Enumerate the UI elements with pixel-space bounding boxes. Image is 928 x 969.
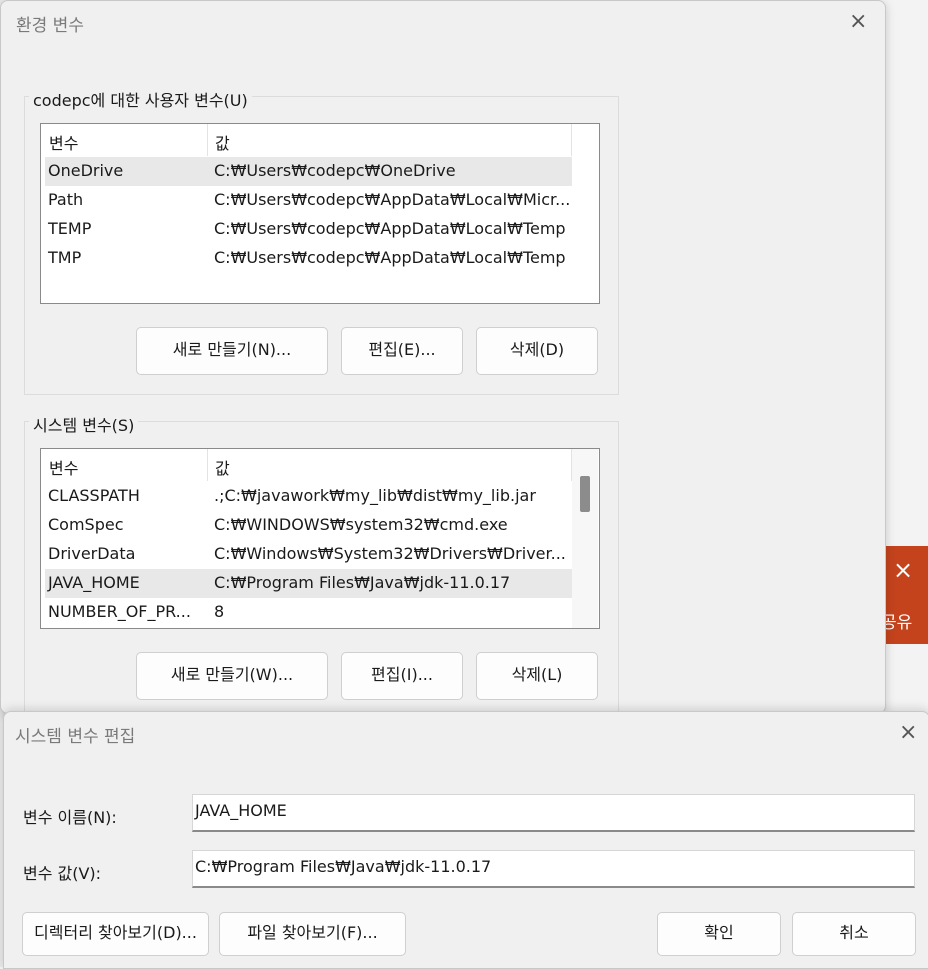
user-variables-label: codepc에 대한 사용자 변수(U) bbox=[29, 87, 252, 111]
system-delete-button[interactable]: 삭제(L) bbox=[476, 652, 598, 700]
header-name[interactable]: 변수 bbox=[49, 130, 78, 154]
cancel-button[interactable]: 취소 bbox=[792, 912, 916, 956]
browse-directory-button[interactable]: 디렉터리 찾아보기(D)... bbox=[22, 912, 209, 956]
table-row[interactable]: NUMBER_OF_PR... 8 bbox=[45, 598, 572, 627]
list-header: 변수 값 bbox=[41, 124, 599, 156]
row-name: JAVA_HOME bbox=[48, 573, 140, 592]
background-banner-right: × 공유 bbox=[881, 546, 928, 644]
user-edit-button[interactable]: 편집(E)... bbox=[341, 327, 463, 375]
table-row[interactable]: DriverData C:₩Windows₩System32₩Drivers₩D… bbox=[45, 540, 572, 569]
system-edit-button[interactable]: 편집(I)... bbox=[341, 652, 463, 700]
system-new-button[interactable]: 새로 만들기(W)... bbox=[136, 652, 328, 700]
row-value: C:₩Program Files₩Java₩jdk-11.0.17 bbox=[214, 573, 511, 592]
row-name: DriverData bbox=[48, 544, 136, 563]
row-value: .;C:₩javawork₩my_lib₩dist₩my_lib.jar bbox=[214, 486, 536, 505]
list-scrollbar[interactable] bbox=[572, 449, 598, 628]
table-row[interactable]: JAVA_HOME C:₩Program Files₩Java₩jdk-11.0… bbox=[45, 569, 572, 598]
close-icon[interactable]: × bbox=[849, 11, 867, 33]
table-row[interactable]: Path C:₩Users₩codepc₩AppData₩Local₩Micr.… bbox=[45, 186, 572, 215]
row-name: ComSpec bbox=[48, 515, 124, 534]
row-value: C:₩Users₩codepc₩AppData₩Local₩Temp bbox=[214, 219, 566, 238]
table-row[interactable]: CLASSPATH .;C:₩javawork₩my_lib₩dist₩my_l… bbox=[45, 482, 572, 511]
ok-button[interactable]: 확인 bbox=[657, 912, 781, 956]
list-header: 변수 값 bbox=[41, 449, 599, 481]
variable-value-label: 변수 값(V): bbox=[23, 864, 102, 883]
header-value[interactable]: 값 bbox=[215, 130, 230, 154]
edit-dialog-title: 시스템 변수 편집 bbox=[15, 727, 136, 747]
user-variables-list[interactable]: 변수 값 OneDrive C:₩Users₩codepc₩OneDrive P… bbox=[40, 123, 600, 304]
row-value: C:₩WINDOWS₩system32₩cmd.exe bbox=[214, 515, 508, 534]
row-value: C:₩Windows₩System32₩Drivers₩Driver... bbox=[214, 544, 566, 563]
banner-close-icon[interactable]: × bbox=[893, 556, 913, 584]
dialog-title: 환경 변수 bbox=[16, 16, 84, 36]
row-name: NUMBER_OF_PR... bbox=[48, 602, 191, 621]
row-value: 8 bbox=[214, 602, 225, 621]
row-value: C:₩Users₩codepc₩AppData₩Local₩Temp bbox=[214, 248, 566, 267]
table-row[interactable]: TMP C:₩Users₩codepc₩AppData₩Local₩Temp bbox=[45, 244, 572, 273]
system-variables-label: 시스템 변수(S) bbox=[29, 412, 139, 436]
header-value[interactable]: 값 bbox=[215, 455, 230, 479]
row-name: CLASSPATH bbox=[48, 486, 140, 505]
header-name[interactable]: 변수 bbox=[49, 455, 78, 479]
row-value: C:₩Users₩codepc₩AppData₩Local₩Micr... bbox=[214, 190, 571, 209]
table-row[interactable]: ComSpec C:₩WINDOWS₩system32₩cmd.exe bbox=[45, 511, 572, 540]
environment-variables-dialog: 환경 변수 × codepc에 대한 사용자 변수(U) 변수 값 OneDri… bbox=[0, 0, 886, 714]
row-name: TMP bbox=[48, 248, 82, 267]
system-variables-list[interactable]: 변수 값 CLASSPATH .;C:₩javawork₩my_lib₩dist… bbox=[40, 448, 600, 629]
browse-file-button[interactable]: 파일 찾아보기(F)... bbox=[219, 912, 406, 956]
table-row[interactable]: TEMP C:₩Users₩codepc₩AppData₩Local₩Temp bbox=[45, 215, 572, 244]
variable-value-input[interactable]: C:₩Program Files₩Java₩jdk-11.0.17 bbox=[192, 850, 915, 888]
close-icon[interactable]: × bbox=[899, 722, 917, 744]
table-row[interactable]: OneDrive C:₩Users₩codepc₩OneDrive bbox=[45, 157, 572, 186]
variable-name-input[interactable]: JAVA_HOME bbox=[192, 794, 915, 832]
user-new-button[interactable]: 새로 만들기(N)... bbox=[136, 327, 328, 375]
user-delete-button[interactable]: 삭제(D) bbox=[476, 327, 598, 375]
variable-name-label: 변수 이름(N): bbox=[23, 808, 117, 827]
row-value: C:₩Users₩codepc₩OneDrive bbox=[214, 161, 456, 180]
row-name: TEMP bbox=[48, 219, 92, 238]
row-name: Path bbox=[48, 190, 84, 209]
edit-system-variable-dialog: 시스템 변수 편집 × 변수 이름(N): JAVA_HOME 변수 값(V):… bbox=[3, 711, 928, 969]
row-name: OneDrive bbox=[48, 161, 124, 180]
scrollbar-thumb[interactable] bbox=[580, 476, 590, 512]
